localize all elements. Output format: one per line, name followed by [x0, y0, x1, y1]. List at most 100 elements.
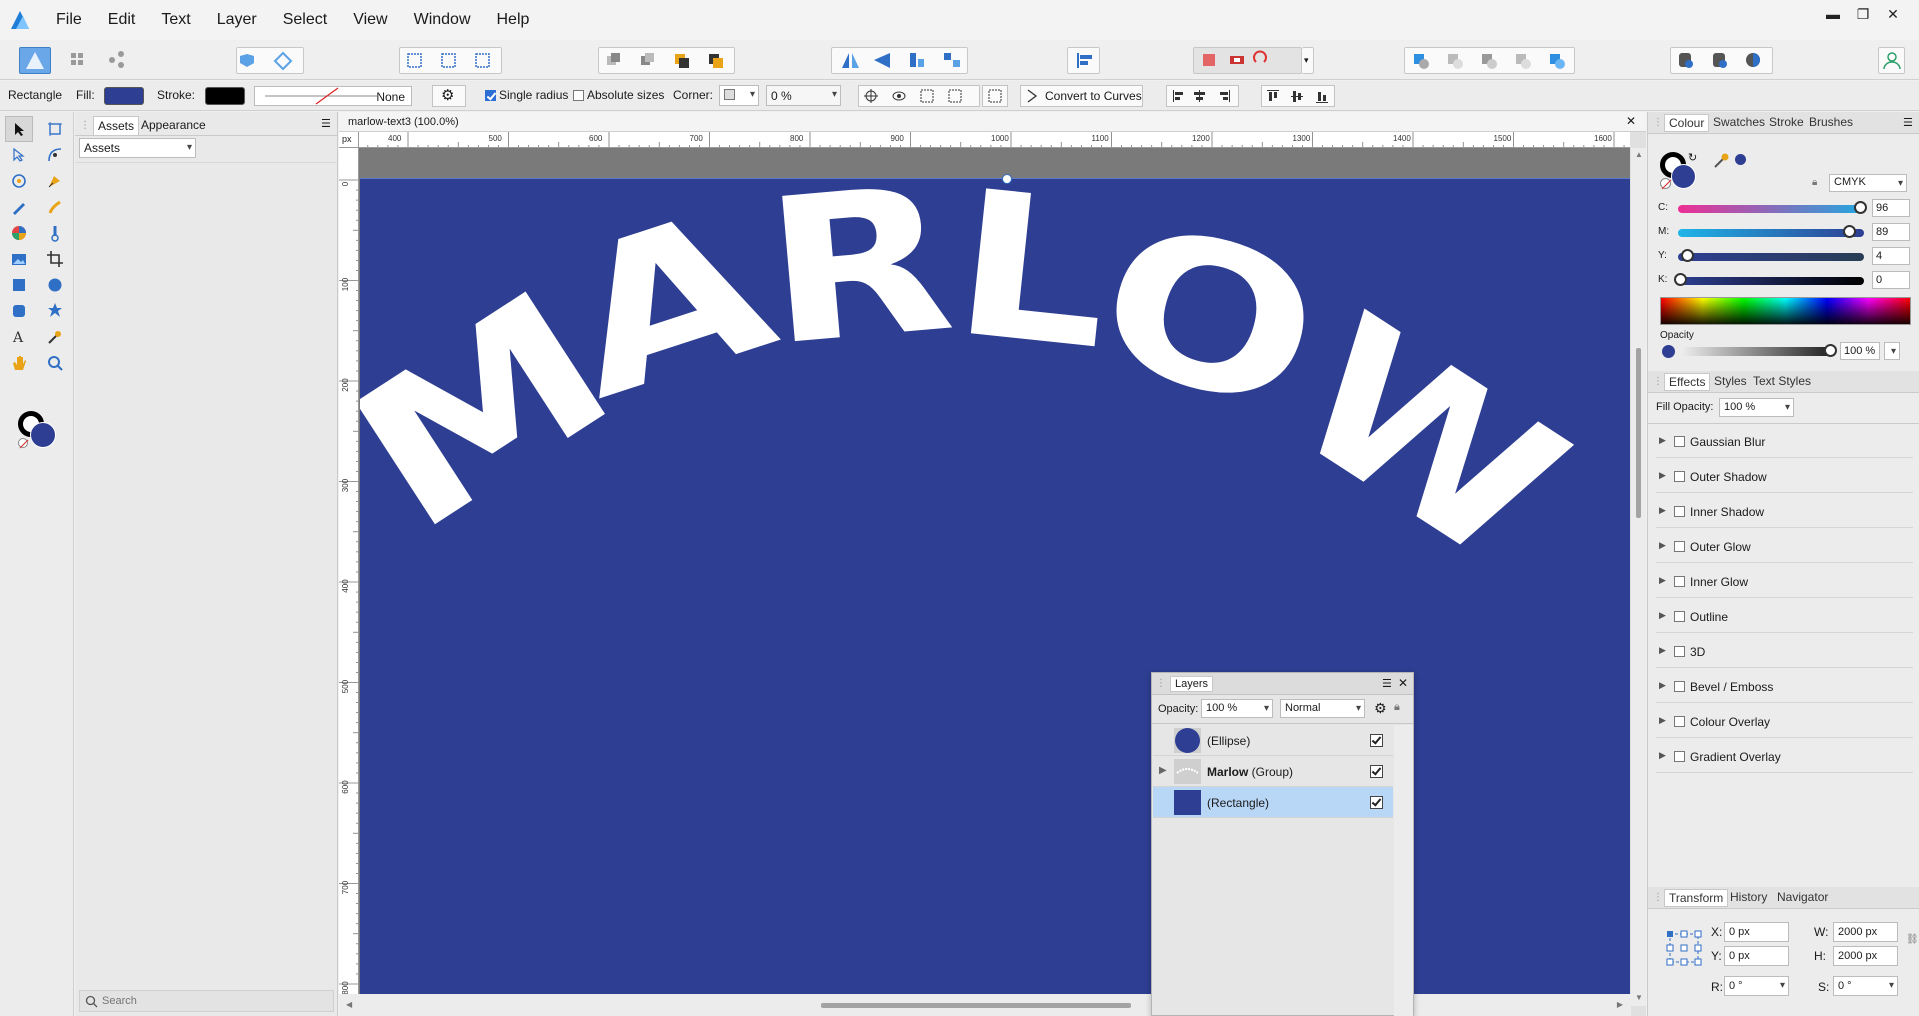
- opacity-slider[interactable]: [1681, 347, 1831, 356]
- tab-assets[interactable]: Assets: [93, 116, 140, 135]
- layers-close-icon[interactable]: ✕: [1398, 676, 1408, 690]
- boolean-dropdown[interactable]: ▾: [1302, 47, 1314, 74]
- tab-stroke[interactable]: Stroke: [1769, 115, 1804, 129]
- colour-spectrum[interactable]: [1660, 297, 1911, 325]
- boolean-ops-group[interactable]: [1193, 47, 1302, 74]
- geometry-group[interactable]: [1404, 47, 1575, 74]
- canvas-pasteboard[interactable]: M A R L O W: [359, 148, 1630, 994]
- vector-brush-icon[interactable]: [41, 194, 69, 220]
- magenta-slider[interactable]: M: 89: [1658, 222, 1913, 242]
- colour-model-select[interactable]: CMYK: [1829, 174, 1907, 192]
- point-transform-icon[interactable]: [5, 168, 33, 194]
- align-vertical-group[interactable]: [1261, 85, 1335, 107]
- yellow-value[interactable]: 4: [1872, 247, 1910, 265]
- y-input[interactable]: 0 px: [1724, 946, 1789, 966]
- colour-lock-icon[interactable]: 🔒︎: [1812, 177, 1817, 188]
- corner-type-select[interactable]: [719, 85, 759, 106]
- opacity-dropdown[interactable]: [1884, 342, 1900, 360]
- tab-styles[interactable]: Styles: [1714, 374, 1747, 388]
- picked-colour-swatch[interactable]: [1735, 154, 1746, 165]
- cyan-value[interactable]: 96: [1872, 199, 1910, 217]
- assets-search[interactable]: [79, 990, 334, 1012]
- artboard-tool-icon[interactable]: [41, 116, 69, 142]
- effect-inner-glow[interactable]: ▶ Inner Glow: [1656, 565, 1913, 598]
- effect-outer-glow[interactable]: ▶ Outer Glow: [1656, 530, 1913, 563]
- horizontal-scrollbar[interactable]: ◀ ▶: [339, 994, 1631, 1016]
- shape-tools-icon[interactable]: [41, 298, 69, 324]
- restore-icon[interactable]: ❐: [1851, 6, 1875, 23]
- rotation-input[interactable]: 0 °: [1724, 976, 1789, 996]
- panel-menu-icon[interactable]: ☰: [321, 117, 331, 130]
- magenta-value[interactable]: 89: [1872, 223, 1910, 241]
- layer-row-marlow-group[interactable]: ▶ Marlow (Group): [1153, 756, 1393, 787]
- tab-effects[interactable]: Effects: [1664, 373, 1711, 391]
- vertical-scrollbar[interactable]: ▲ ▼: [1631, 148, 1646, 1006]
- artistic-text-icon[interactable]: A: [5, 324, 33, 350]
- hand-tool-icon[interactable]: [5, 350, 33, 376]
- fill-colour-well[interactable]: [30, 422, 56, 448]
- menu-text[interactable]: Text: [161, 11, 190, 29]
- menu-select[interactable]: Select: [283, 11, 327, 29]
- transparency-tool-icon[interactable]: [41, 220, 69, 246]
- swap-colours-icon[interactable]: ↻: [1688, 151, 1697, 164]
- stroke-style-picker[interactable]: None: [254, 86, 412, 106]
- no-colour-icon[interactable]: [1660, 178, 1672, 190]
- transform-origin-group[interactable]: [858, 85, 980, 107]
- absolute-sizes-checkbox[interactable]: [573, 90, 584, 101]
- align-button[interactable]: [1067, 47, 1100, 74]
- key-slider[interactable]: K: 0: [1658, 270, 1913, 290]
- anchor-point-selector[interactable]: [1666, 930, 1702, 966]
- menu-file[interactable]: File: [56, 11, 82, 29]
- tab-navigator[interactable]: Navigator: [1777, 890, 1828, 904]
- tab-swatches[interactable]: Swatches: [1713, 115, 1765, 129]
- shear-input[interactable]: 0 °: [1833, 976, 1898, 996]
- menu-edit[interactable]: Edit: [108, 11, 136, 29]
- blend-mode-select[interactable]: Normal: [1280, 699, 1365, 718]
- tab-appearance[interactable]: Appearance: [137, 116, 210, 134]
- opacity-knob[interactable]: [1824, 344, 1837, 357]
- minimize-icon[interactable]: ▬: [1821, 6, 1845, 23]
- colour-menu-icon[interactable]: ☰: [1903, 116, 1913, 129]
- menu-view[interactable]: View: [353, 11, 387, 29]
- node-tool-icon[interactable]: [5, 142, 33, 168]
- align-horizontal-group[interactable]: [1166, 85, 1239, 107]
- assets-category-select[interactable]: Assets: [79, 138, 196, 158]
- tab-brushes[interactable]: Brushes: [1809, 115, 1853, 129]
- link-aspect-icon[interactable]: ⛓︎: [1906, 934, 1919, 945]
- effect-bevel-emboss[interactable]: ▶ Bevel / Emboss: [1656, 670, 1913, 703]
- rectangle-tool-icon[interactable]: [5, 272, 33, 298]
- x-input[interactable]: 0 px: [1724, 922, 1789, 942]
- move-tool-icon[interactable]: [5, 116, 33, 142]
- color-picker-icon[interactable]: [41, 324, 69, 350]
- layers-menu-icon[interactable]: ☰: [1382, 677, 1392, 690]
- flip-rotate-group[interactable]: [831, 47, 968, 74]
- ruler-left[interactable]: 0 100 200 300 400 500 600 700 800: [339, 148, 359, 994]
- single-radius-option[interactable]: Single radius: [485, 88, 568, 102]
- effect-gaussian-blur[interactable]: ▶ Gaussian Blur: [1656, 425, 1913, 458]
- close-document-icon[interactable]: ✕: [1626, 114, 1636, 128]
- menu-help[interactable]: Help: [497, 11, 530, 29]
- cyan-slider[interactable]: C: 96: [1658, 198, 1913, 218]
- convert-to-curves-button[interactable]: Convert to Curves: [1020, 85, 1143, 107]
- opacity-value[interactable]: 100 %: [1840, 342, 1880, 360]
- transform-mode-icon[interactable]: [982, 85, 1008, 107]
- crop-tool-icon[interactable]: [41, 246, 69, 272]
- tab-history[interactable]: History: [1730, 890, 1767, 904]
- menu-window[interactable]: Window: [414, 11, 471, 29]
- fill-opacity-input[interactable]: 100 %: [1719, 398, 1794, 417]
- layer-visibility-checkbox[interactable]: [1370, 796, 1383, 809]
- rounded-rectangle-icon[interactable]: [5, 298, 33, 324]
- tab-transform[interactable]: Transform: [1664, 889, 1729, 907]
- eyedropper-icon[interactable]: [1712, 150, 1732, 170]
- search-input[interactable]: [102, 993, 322, 1009]
- export-persona-button[interactable]: [104, 47, 130, 74]
- layer-row-ellipse[interactable]: (Ellipse): [1153, 725, 1393, 756]
- selection-handle[interactable]: [1002, 174, 1012, 184]
- arrange-group[interactable]: [598, 47, 735, 74]
- absolute-sizes-option[interactable]: Absolute sizes: [573, 88, 664, 102]
- corner-radius-input[interactable]: 0 %: [766, 85, 841, 106]
- zoom-tool-icon[interactable]: [41, 350, 69, 376]
- effect-3d[interactable]: ▶ 3D: [1656, 635, 1913, 668]
- fill-colour-well[interactable]: [1671, 164, 1696, 189]
- layers-header[interactable]: ⋮ Layers ☰ ✕: [1152, 673, 1413, 695]
